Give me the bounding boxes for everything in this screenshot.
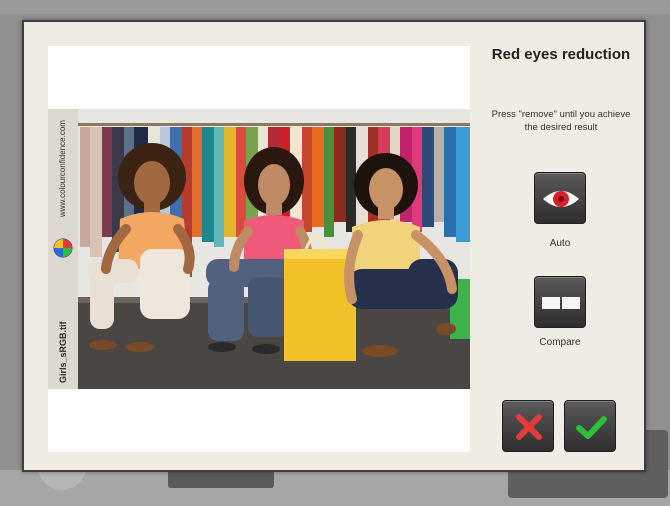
close-icon: [516, 414, 542, 440]
compare-button[interactable]: [534, 276, 586, 328]
panel-instructions: Press "remove" until you achieve the des…: [491, 109, 631, 133]
auto-button[interactable]: [534, 172, 586, 224]
background-tab: [168, 470, 274, 488]
red-eye-dialog: www.colourconfidence.com Girls_sRGB.tif …: [22, 20, 646, 472]
strip-url-text: www.colourconfidence.com: [58, 120, 67, 217]
preview-photo: [48, 109, 470, 389]
image-preview: www.colourconfidence.com Girls_sRGB.tif: [48, 46, 470, 452]
checkmark-icon: [576, 416, 607, 439]
cancel-button[interactable]: [502, 400, 554, 452]
strip-filename-text: Girls_sRGB.tif: [58, 321, 68, 383]
confirm-button[interactable]: [564, 400, 616, 452]
image-info-strip: www.colourconfidence.com Girls_sRGB.tif: [48, 109, 78, 389]
background-top-bar: [0, 0, 670, 14]
red-eye-icon: [543, 191, 579, 207]
colour-confidence-logo: [53, 238, 73, 258]
compare-button-label: Compare: [539, 337, 581, 348]
panel-title: Red eyes reduction: [491, 46, 631, 63]
split-compare-icon: [542, 297, 580, 309]
auto-button-label: Auto: [549, 238, 571, 249]
